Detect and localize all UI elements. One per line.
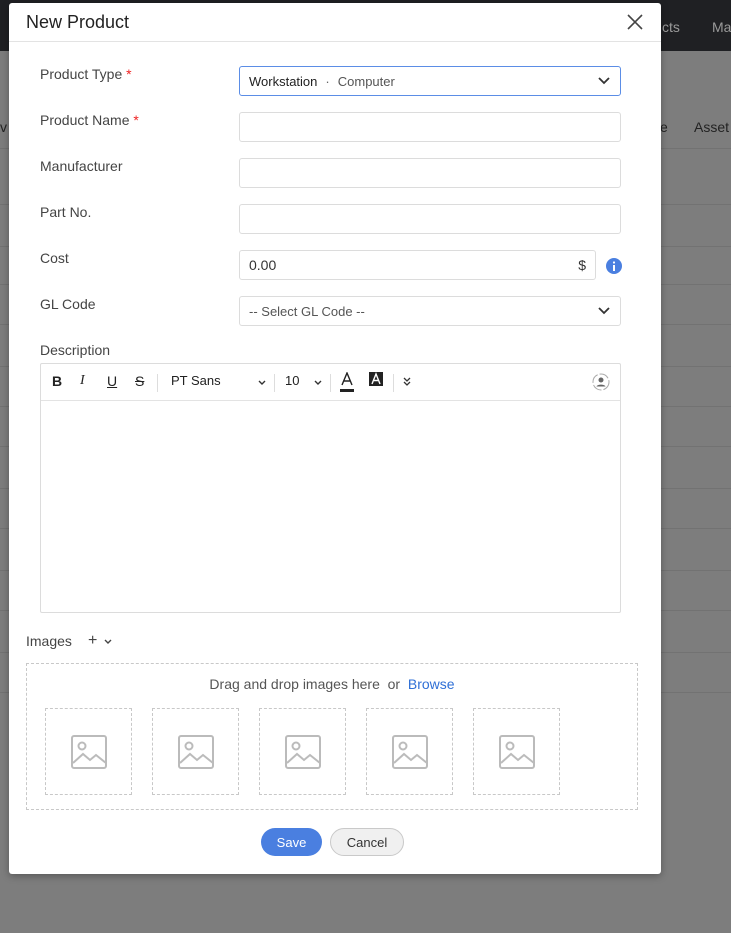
currency-symbol: $ <box>578 257 586 273</box>
bg-column-header: e <box>660 119 668 135</box>
dialog-title: New Product <box>26 12 130 32</box>
description-label: Description <box>40 342 111 358</box>
underline-icon[interactable]: U <box>107 373 117 389</box>
part-no-label: Part No. <box>40 204 92 220</box>
gl-code-select[interactable]: -- Select GL Code -- <box>239 296 621 326</box>
add-image-button[interactable]: + <box>88 632 97 650</box>
close-icon[interactable] <box>625 12 645 32</box>
dropzone-text: Drag and drop images here or Browse <box>209 676 455 692</box>
image-slot[interactable] <box>45 708 132 795</box>
separator: · <box>325 73 330 89</box>
gl-code-placeholder: -- Select GL Code -- <box>249 303 365 319</box>
image-slot[interactable] <box>473 708 560 795</box>
image-placeholder-icon <box>177 734 214 769</box>
image-slot[interactable] <box>152 708 239 795</box>
chevron-down-icon <box>258 380 266 385</box>
cost-value: 0.00 <box>249 257 277 273</box>
font-family-select[interactable]: PT Sans <box>171 373 221 388</box>
product-name-input[interactable] <box>239 112 621 142</box>
image-slot[interactable] <box>366 708 453 795</box>
more-options-icon[interactable] <box>403 377 411 387</box>
strikethrough-icon[interactable]: S <box>135 373 144 389</box>
nav-item-more[interactable]: Ma <box>712 19 731 35</box>
image-dropzone[interactable]: Drag and drop images here or Browse <box>26 663 638 810</box>
cost-label: Cost <box>40 250 69 266</box>
gl-code-label: GL Code <box>40 296 96 312</box>
product-type-label: Product Type * <box>40 66 132 82</box>
image-placeholder-icon <box>498 734 535 769</box>
save-button[interactable]: Save <box>261 828 322 856</box>
new-product-dialog: New Product Product Type * Workstation ·… <box>9 3 661 874</box>
bold-icon[interactable]: B <box>52 373 62 389</box>
manufacturer-input[interactable] <box>239 158 621 188</box>
info-icon[interactable] <box>606 258 622 274</box>
manufacturer-label: Manufacturer <box>40 158 123 174</box>
background-color-icon[interactable] <box>369 372 383 386</box>
product-category-value: Computer <box>337 73 395 89</box>
nav-item-products[interactable]: cts <box>662 19 680 35</box>
image-slot[interactable] <box>259 708 346 795</box>
font-size-select[interactable]: 10 <box>285 373 299 388</box>
editor-toolbar: B I U S PT Sans 10 <box>41 364 620 401</box>
user-avatar-icon[interactable] <box>592 373 610 391</box>
chevron-down-icon <box>314 380 322 385</box>
browse-link[interactable]: Browse <box>408 676 455 692</box>
italic-icon[interactable]: I <box>80 373 85 389</box>
part-no-input[interactable] <box>239 204 621 234</box>
product-type-value: Workstation <box>249 73 318 89</box>
bg-column-header: v <box>0 119 7 135</box>
image-placeholder-icon <box>391 734 428 769</box>
product-name-label: Product Name * <box>40 112 139 128</box>
cost-input[interactable]: 0.00 $ <box>239 250 596 280</box>
chevron-down-icon <box>598 77 610 85</box>
dialog-header: New Product <box>9 3 661 42</box>
cancel-button[interactable]: Cancel <box>330 828 404 856</box>
product-type-select[interactable]: Workstation · Computer <box>239 66 621 96</box>
image-placeholder-icon <box>70 734 107 769</box>
description-editor: B I U S PT Sans 10 <box>40 363 621 613</box>
image-placeholder-icon <box>284 734 321 769</box>
bg-column-header-asset: Asset <box>694 119 730 135</box>
images-label: Images <box>26 633 72 649</box>
chevron-down-icon <box>598 307 610 315</box>
chevron-down-icon[interactable] <box>104 639 112 645</box>
text-color-icon[interactable] <box>340 372 354 394</box>
